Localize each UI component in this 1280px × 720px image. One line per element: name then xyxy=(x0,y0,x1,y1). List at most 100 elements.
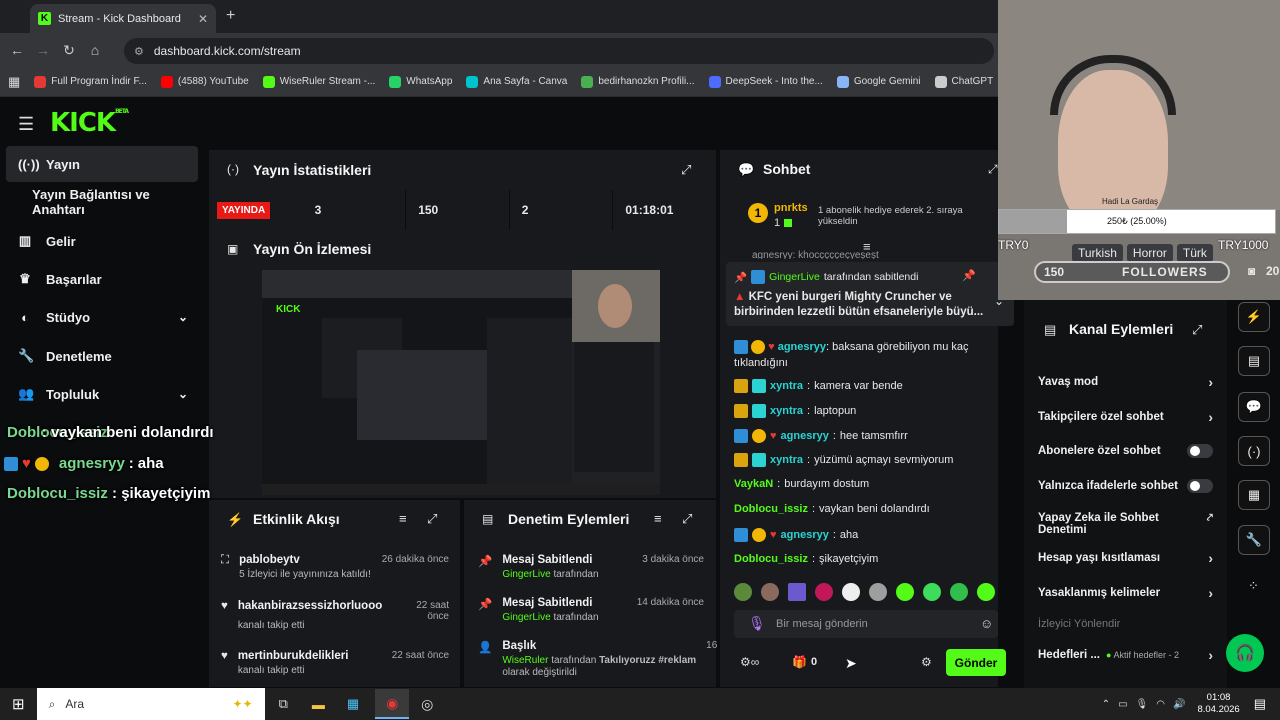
sidebar-item-gelir[interactable]: ▥ Gelir xyxy=(6,223,198,259)
sidebar-item-basarilar[interactable]: ♛ Başarılar xyxy=(6,261,198,297)
redirect-viewers[interactable]: İzleyici Yönlendir xyxy=(1038,618,1120,630)
settings-icon[interactable]: ⚙ xyxy=(921,655,932,669)
bookmark-item[interactable]: (4588) YouTube xyxy=(160,75,249,88)
modlog-title: Denetim Eylemleri xyxy=(508,511,630,527)
account-age-item[interactable]: Hesap yaşı kısıtlaması › xyxy=(1038,550,1213,566)
badge-icon xyxy=(752,453,766,467)
kick-logo[interactable]: KICKBETA xyxy=(50,108,129,138)
activity-item: ♥ hakanbirazsessizhorluooo kanalı takip e… xyxy=(221,600,449,631)
stream-preview-video[interactable]: KICK xyxy=(262,270,660,495)
popout-icon[interactable]: ⤢ xyxy=(988,162,998,177)
sidebar-item-studyo[interactable]: ◐ Stüdyo ⌄ xyxy=(6,299,198,335)
bookmark-item[interactable]: WhatsApp xyxy=(389,75,452,88)
bookmark-item[interactable]: Google Gemini xyxy=(836,75,921,88)
forward-icon[interactable]: → xyxy=(30,42,56,58)
chrome-icon[interactable]: ◉ xyxy=(375,689,410,719)
kick-favicon-icon: K xyxy=(38,12,51,25)
volume-icon: 🔊 xyxy=(1172,698,1186,710)
system-tray[interactable]: ⌃ ▭ 🎙 ◠ 🔊 xyxy=(1102,699,1186,710)
emote-icon[interactable] xyxy=(977,583,995,601)
windows-start-icon[interactable]: ⊞ xyxy=(12,695,25,713)
bookmark-item[interactable]: Full Program İndir F... xyxy=(34,75,147,88)
unpin-icon[interactable]: 📌 xyxy=(962,269,976,282)
store-icon[interactable]: ▦ xyxy=(347,696,359,712)
emoji-icon[interactable]: ☺ xyxy=(980,616,993,631)
subs-stat: 2 xyxy=(509,190,614,230)
emote-icon[interactable] xyxy=(842,583,860,601)
gift-box-icon[interactable]: 🎁 xyxy=(792,655,807,669)
support-headset-icon[interactable]: 🎧 xyxy=(1226,634,1264,672)
emote-icon[interactable] xyxy=(734,583,752,601)
hamburger-menu-icon[interactable]: ☰ xyxy=(18,114,34,135)
notifications-icon[interactable]: ▤ xyxy=(1254,696,1266,712)
home-icon[interactable]: ⌂ xyxy=(82,42,108,58)
apps-icon[interactable]: ▦ xyxy=(8,74,20,90)
user-edit-icon: 👤 xyxy=(478,642,493,654)
emote-icon[interactable] xyxy=(950,583,968,601)
popout-icon[interactable]: ⤢ xyxy=(427,511,437,527)
chat-icon: 💬 xyxy=(738,162,755,177)
emotes-only-toggle[interactable] xyxy=(1187,479,1213,493)
subs-only-item[interactable]: Abonelere özel sohbet xyxy=(1038,444,1213,458)
overlay-chat-line: Doblocu_issiz : şikayetçiyim xyxy=(7,485,211,502)
emote-icon[interactable] xyxy=(869,583,887,601)
chat-message: ♥ agnesryy: hee tamsmfırr xyxy=(734,429,908,443)
subs-only-toggle[interactable] xyxy=(1187,444,1213,458)
broadcast-icon[interactable]: (·) xyxy=(1238,436,1270,466)
back-icon[interactable]: ← xyxy=(4,42,30,58)
reload-icon[interactable]: ↻ xyxy=(56,42,82,59)
bookmark-item[interactable]: ChatGPT xyxy=(934,75,993,88)
obs-icon[interactable]: ◎ xyxy=(421,696,433,713)
popout-icon[interactable]: ⤢ xyxy=(682,511,692,527)
new-tab-icon[interactable]: + xyxy=(226,7,235,25)
send-button[interactable]: Gönder xyxy=(946,649,1006,676)
goals-item[interactable]: Hedefleri ... ● Aktif hedefler - 2 › xyxy=(1038,647,1213,663)
more-options-icon[interactable]: ⁘ xyxy=(1248,578,1259,594)
emotes-only-item[interactable]: Yalnızca ifadelerle sohbet xyxy=(1038,479,1213,493)
banned-words-item[interactable]: Yasaklanmış kelimeler › xyxy=(1038,585,1213,601)
site-info-icon[interactable]: ⚙ xyxy=(134,45,144,58)
pinned-message[interactable]: 📌 GingerLive tarafından sabitlendi 📌 ⋮ ▲… xyxy=(726,262,1014,326)
emote-icon[interactable] xyxy=(788,583,806,601)
emote-icon[interactable] xyxy=(815,583,833,601)
microphone-icon[interactable]: 🎙 xyxy=(748,615,766,632)
task-view-icon[interactable]: ⧉ xyxy=(279,696,288,712)
top-gifter-count: 1 xyxy=(774,217,781,229)
bolt-icon[interactable]: ⚡ xyxy=(1238,302,1270,332)
sidebar-item-stream-key[interactable]: Yayın Bağlantısı ve Anahtarı xyxy=(6,184,198,220)
wrench-icon[interactable]: 🔧 xyxy=(1238,525,1270,555)
clock[interactable]: 01:08 8.04.2026 xyxy=(1197,692,1239,716)
file-explorer-icon[interactable]: ▬ xyxy=(312,697,325,712)
bookmark-item[interactable]: bedirhanozkn Profili... xyxy=(581,75,695,88)
taskbar-search[interactable]: ⌕ Ara ✦✦ xyxy=(36,688,265,720)
chat-icon[interactable]: 💬 xyxy=(1238,392,1270,422)
popout-icon[interactable]: ⤢ xyxy=(681,162,691,178)
sidebar-item-yayin[interactable]: ((·)) Yayın xyxy=(6,146,198,182)
filter-icon[interactable]: ≡ xyxy=(399,511,407,526)
bookmark-item[interactable]: Ana Sayfa - Canva xyxy=(466,75,567,88)
slow-mode-item[interactable]: Yavaş mod › xyxy=(1038,374,1213,390)
sidebar-item-denetleme[interactable]: 🔧 Denetleme xyxy=(6,338,198,374)
emote-icon[interactable] xyxy=(761,583,779,601)
layout-icon[interactable]: ▦ xyxy=(1238,480,1270,510)
followers-only-item[interactable]: Takipçilere özel sohbet › xyxy=(1038,409,1213,425)
sidebar-item-topluluk[interactable]: 👥 Topluluk ⌄ xyxy=(6,376,198,412)
close-tab-icon[interactable]: ✕ xyxy=(198,12,208,26)
emote-icon[interactable] xyxy=(923,583,941,601)
chat-input[interactable]: 🎙 Bir mesaj gönderin ☺ xyxy=(734,610,998,638)
points-icon[interactable]: ⚙∞ xyxy=(740,655,759,669)
chevron-down-icon: ⌄ xyxy=(177,387,188,401)
bookmark-item[interactable]: WiseRuler Stream -... xyxy=(262,75,375,88)
url-bar[interactable]: ⚙ dashboard.kick.com/stream xyxy=(124,38,994,64)
browser-tab[interactable]: K Stream - Kick Dashboard ✕ xyxy=(30,4,216,33)
sub-badge-icon xyxy=(34,456,49,471)
emote-icon[interactable] xyxy=(896,583,914,601)
popout-icon[interactable]: ⤢ xyxy=(1192,322,1202,338)
chevron-right-icon: › xyxy=(1208,374,1213,390)
filter-icon[interactable]: ≡ xyxy=(654,511,662,526)
document-icon[interactable]: ▤ xyxy=(1238,346,1270,376)
bookmark-favicon-icon xyxy=(836,75,849,88)
ai-moderation-item[interactable]: Yapay Zeka ile Sohbet Denetimi ⤤ xyxy=(1038,512,1213,536)
chat-message: ♥ agnesryy: baksana görebiliyon mu kaç t… xyxy=(734,340,969,369)
bookmark-item[interactable]: DeepSeek - Into the... xyxy=(708,75,823,88)
